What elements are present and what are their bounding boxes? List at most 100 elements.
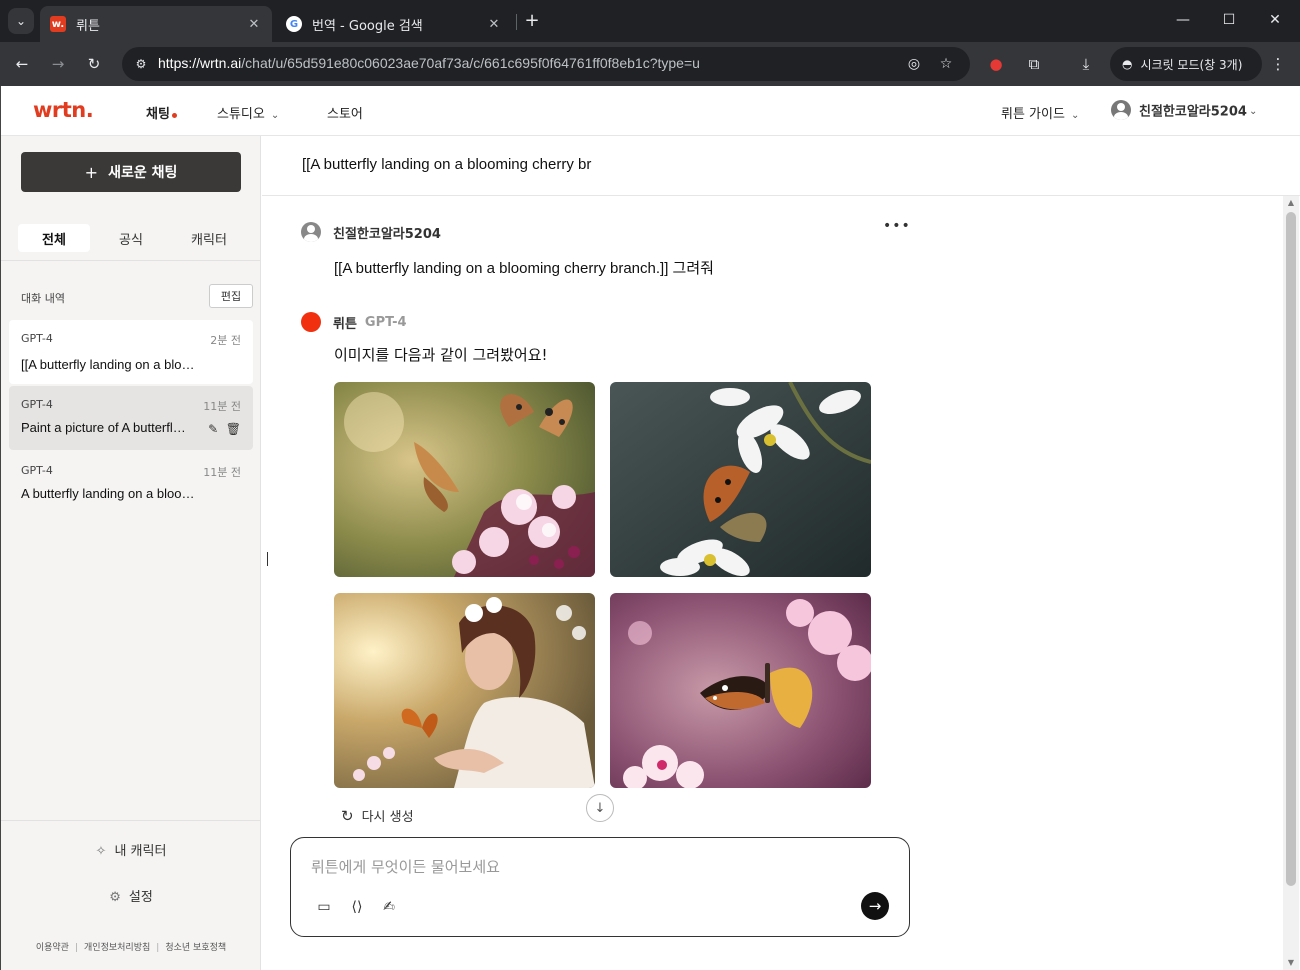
- pencil-icon[interactable]: ✎: [208, 422, 218, 436]
- close-icon[interactable]: ✕: [246, 17, 262, 32]
- code-icon[interactable]: ⟨⟩: [346, 896, 368, 918]
- bot-model: GPT-4: [364, 314, 407, 330]
- user-message-header: 친절한코알라5204: [301, 222, 441, 242]
- nav-store[interactable]: 스토어: [327, 103, 363, 122]
- refresh-icon: ↻: [341, 806, 354, 825]
- filter-tab-character[interactable]: 캐릭터: [173, 224, 245, 252]
- incognito-badge[interactable]: ◓ 시크릿 모드(창 3개): [1110, 47, 1262, 81]
- incognito-label: 시크릿 모드(창 3개): [1140, 57, 1243, 72]
- history-time: 11분 전: [203, 400, 241, 413]
- woman-butterfly-image-3[interactable]: [334, 593, 595, 788]
- close-icon[interactable]: ✕: [486, 17, 502, 32]
- chevron-down-icon: ⌄: [15, 14, 27, 28]
- browser-menu-icon[interactable]: ⋮: [1266, 52, 1290, 76]
- user-avatar-icon: [1111, 100, 1131, 120]
- history-time: 2분 전: [210, 334, 241, 347]
- settings-link[interactable]: ⚙ 설정: [1, 886, 261, 905]
- user-avatar-icon: [301, 222, 321, 242]
- history-title: [[A butterfly landing on a blooming cher…: [21, 357, 197, 372]
- privacy-link[interactable]: 개인정보처리방침: [84, 943, 150, 953]
- nav-guide[interactable]: 뤼튼 가이드 ⌄: [1001, 103, 1079, 122]
- back-button[interactable]: ←: [10, 52, 34, 76]
- terms-link[interactable]: 이용약관: [36, 943, 69, 953]
- wrtn-logo[interactable]: wrtn.: [33, 98, 94, 122]
- scroll-up-arrow[interactable]: ▲: [1283, 196, 1299, 210]
- reload-button[interactable]: ↻: [82, 52, 106, 76]
- trash-icon[interactable]: 🗑: [226, 422, 241, 436]
- minimize-button[interactable]: —: [1168, 8, 1198, 32]
- user-message: [[A butterfly landing on a blooming cher…: [334, 260, 714, 277]
- wrtn-bot-avatar: [301, 312, 321, 332]
- forward-button[interactable]: →: [46, 52, 70, 76]
- extensions-puzzle-icon[interactable]: ⧉: [1022, 52, 1046, 76]
- incognito-icon: ◓: [1122, 57, 1133, 71]
- nav-studio[interactable]: 스튜디오 ⌄: [217, 103, 279, 122]
- star-icon[interactable]: ☆: [936, 54, 956, 74]
- scroll-down-arrow[interactable]: ▼: [1283, 956, 1299, 970]
- user-name: 친절한코알라5204: [333, 226, 441, 242]
- window-close-button[interactable]: ✕: [1260, 8, 1290, 32]
- gear-icon: ⚙: [109, 890, 121, 905]
- history-actions: ✎ 🗑: [208, 422, 241, 436]
- maximize-button[interactable]: ☐: [1214, 8, 1244, 32]
- sidebar-resize-handle[interactable]: [267, 552, 268, 566]
- tab-search-button[interactable]: ⌄: [8, 8, 34, 34]
- filter-tab-all[interactable]: 전체: [18, 224, 90, 252]
- divider: [1, 260, 261, 261]
- butterfly-cherry-image-1[interactable]: [334, 382, 595, 577]
- scrollbar-thumb[interactable]: [1286, 212, 1296, 886]
- history-label: 대화 내역: [21, 292, 65, 305]
- butterfly-pink-blossom-image-4[interactable]: [610, 593, 871, 788]
- eye-off-icon[interactable]: ◎: [904, 54, 924, 74]
- archive-icon[interactable]: ▭: [313, 896, 335, 918]
- bot-message: 이미지를 다음과 같이 그려봤어요!: [334, 346, 548, 364]
- my-character-link[interactable]: ✧ 내 캐릭터: [1, 840, 261, 859]
- extension-hand-icon[interactable]: ●: [984, 52, 1008, 76]
- arrow-down-icon: ↓: [594, 800, 606, 816]
- tab-title: 번역 - Google 검색: [312, 18, 423, 34]
- butterfly-white-flower-image-2[interactable]: [610, 382, 871, 577]
- tab-separator: [516, 14, 517, 30]
- message-composer: ▭ ⟨⟩ ✍ →: [290, 837, 910, 937]
- site-settings-icon[interactable]: ⚙: [130, 54, 152, 74]
- divider: [1, 820, 261, 821]
- browser-tab-google[interactable]: G 번역 - Google 검색 ✕: [276, 6, 512, 42]
- bot-message-header: 뤼튼 GPT-4: [301, 312, 407, 332]
- history-time: 11분 전: [203, 466, 241, 479]
- address-bar[interactable]: ⚙ https://wrtn.ai/chat/u/65d591e80c06023…: [122, 47, 970, 81]
- history-item[interactable]: GPT-4 2분 전 [[A butterfly landing on a bl…: [9, 320, 253, 384]
- page: wrtn. 채팅 스튜디오 ⌄ 스토어 뤼튼 가이드 ⌄ 친절한코알라5204 ⌄ +…: [0, 86, 1300, 970]
- history-item[interactable]: GPT-4 11분 전 A butterfly landing on a blo…: [9, 452, 253, 516]
- browser-toolbar: ← → ↻ ⚙ https://wrtn.ai/chat/u/65d591e80…: [0, 42, 1300, 86]
- chat-scrollbar[interactable]: ▲ ▼: [1283, 196, 1299, 970]
- chat-input[interactable]: [311, 856, 871, 878]
- browser-tab-wrtn[interactable]: w. 뤼튼 ✕: [40, 6, 272, 42]
- filter-tab-official[interactable]: 공식: [95, 224, 167, 252]
- tab-title: 뤼튼: [76, 18, 100, 34]
- scroll-down-button[interactable]: ↓: [586, 794, 614, 822]
- site-header: wrtn. 채팅 스튜디오 ⌄ 스토어 뤼튼 가이드 ⌄ 친절한코알라5204 ⌄: [1, 86, 1300, 136]
- nav-chat[interactable]: 채팅: [146, 103, 177, 122]
- google-favicon: G: [286, 16, 302, 32]
- draw-icon[interactable]: ✍: [378, 896, 400, 918]
- wrtn-favicon: w.: [50, 16, 66, 32]
- new-tab-button[interactable]: +: [522, 10, 542, 32]
- history-title: A butterfly landing on a blooming cherry…: [21, 486, 197, 501]
- history-model: GPT-4: [21, 332, 53, 345]
- character-icon: ✧: [95, 844, 107, 859]
- url-text[interactable]: https://wrtn.ai/chat/u/65d591e80c06023ae…: [158, 55, 700, 71]
- active-dot: [171, 113, 177, 118]
- download-icon[interactable]: ⤓: [1074, 52, 1098, 76]
- history-item[interactable]: GPT-4 11분 전 Paint a picture of A butterf…: [9, 386, 253, 450]
- send-button[interactable]: →: [861, 892, 889, 920]
- youth-policy-link[interactable]: 청소년 보호정책: [165, 943, 226, 953]
- chat-title: [[A butterfly landing on a blooming cher…: [302, 156, 592, 173]
- chat-header: [[A butterfly landing on a blooming cher…: [262, 136, 1300, 196]
- new-chat-button[interactable]: + 새로운 채팅: [21, 152, 241, 192]
- user-menu[interactable]: 친절한코알라5204 ⌄: [1111, 100, 1257, 120]
- browser-tab-bar: ⌄ w. 뤼튼 ✕ G 번역 - Google 검색 ✕ + — ☐ ✕: [0, 0, 1300, 42]
- edit-history-button[interactable]: 편집: [209, 284, 253, 308]
- chevron-down-icon: ⌄: [1070, 110, 1080, 121]
- more-options-icon[interactable]: •••: [883, 218, 911, 234]
- regenerate-button[interactable]: ↻ 다시 생성: [341, 806, 414, 826]
